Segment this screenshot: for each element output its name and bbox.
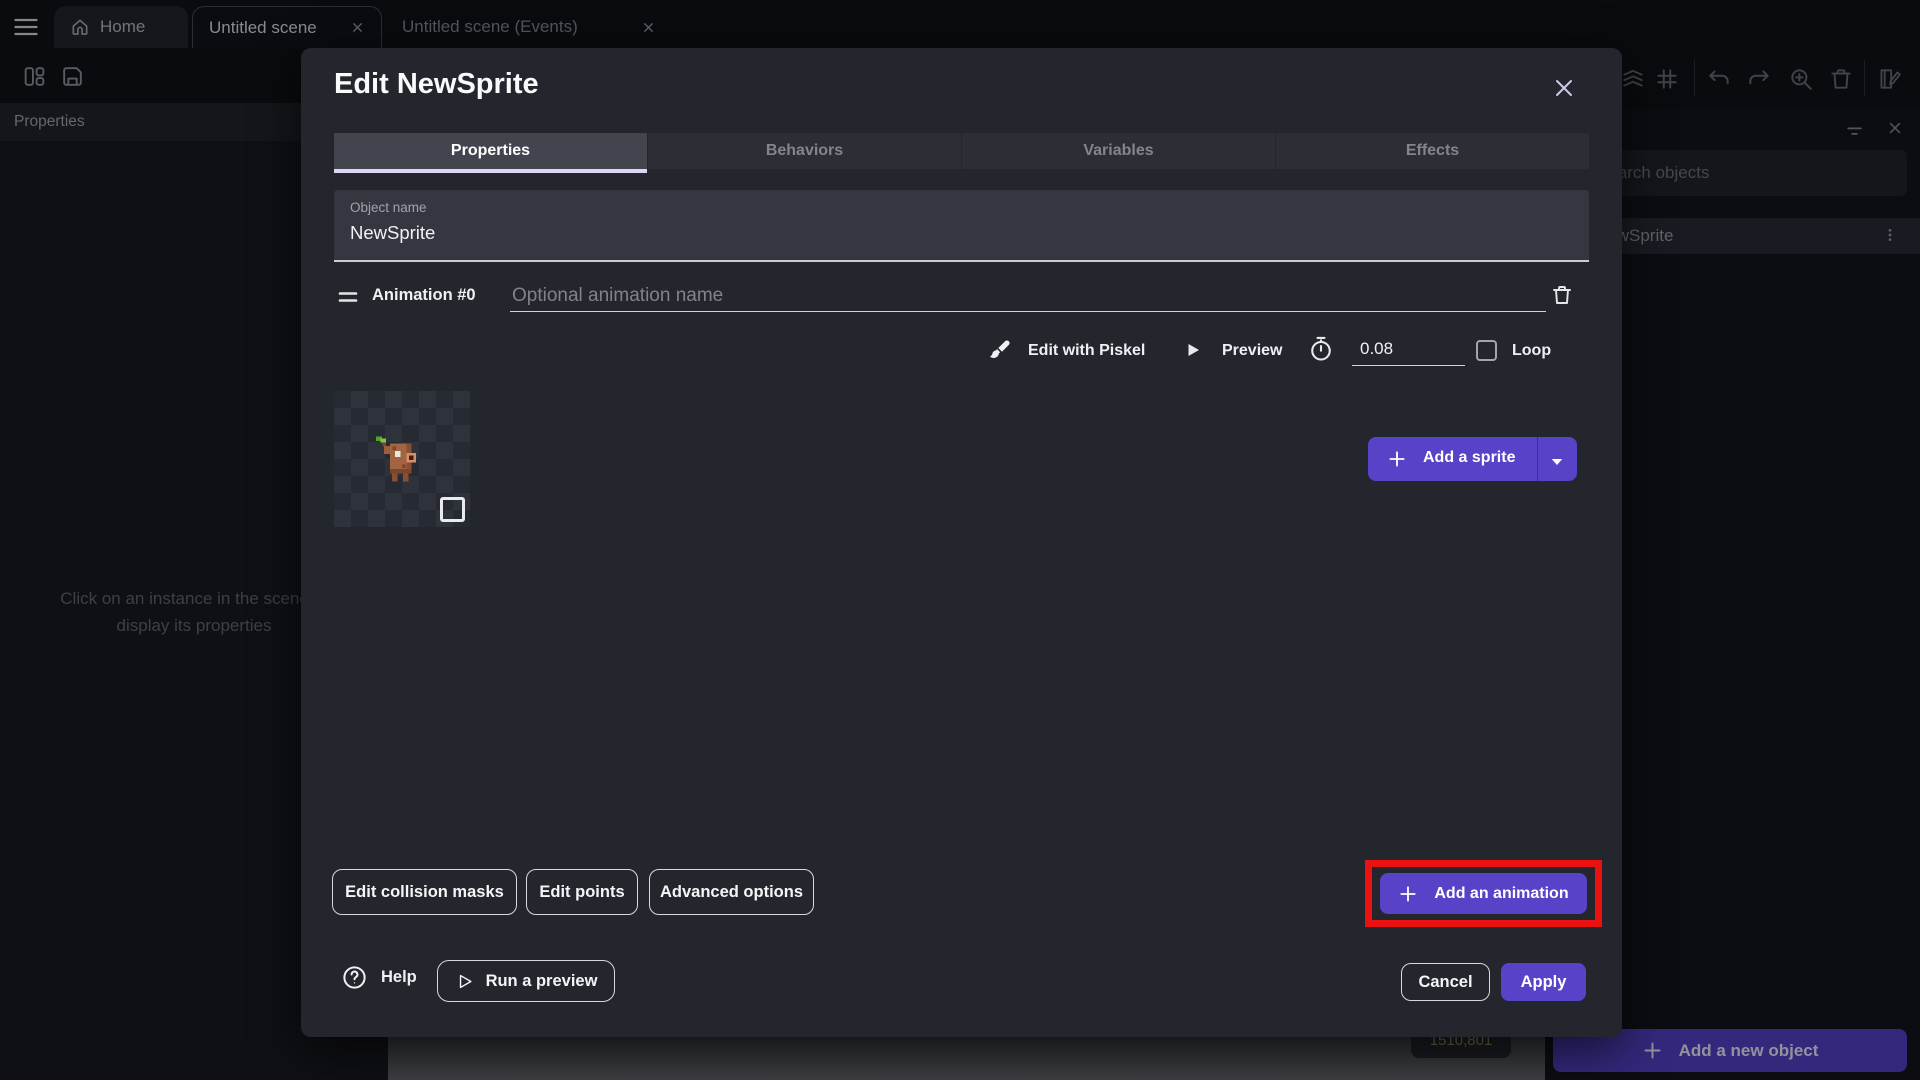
tab-behaviors[interactable]: Behaviors <box>648 133 962 169</box>
tab-effects[interactable]: Effects <box>1276 133 1589 169</box>
add-an-animation-button[interactable]: Add an animation <box>1380 873 1587 914</box>
apply-button[interactable]: Apply <box>1501 963 1586 1001</box>
object-name-label: Object name <box>350 200 427 215</box>
run-a-preview-button[interactable]: Run a preview <box>437 960 615 1002</box>
add-sprite-button[interactable]: Add a sprite <box>1368 437 1577 481</box>
play-outline-icon <box>455 972 474 991</box>
close-dialog-icon[interactable] <box>1552 76 1576 100</box>
sprite-frame-thumbnail[interactable] <box>334 391 470 527</box>
object-name-field[interactable]: Object name NewSprite <box>334 190 1589 262</box>
stopwatch-icon <box>1307 335 1335 363</box>
plus-icon <box>1387 449 1407 469</box>
edit-collision-masks-button[interactable]: Edit collision masks <box>332 869 517 915</box>
loop-checkbox[interactable] <box>1476 340 1497 361</box>
help-button[interactable]: Help <box>341 964 417 991</box>
add-sprite-label: Add a sprite <box>1423 449 1516 466</box>
edit-with-piskel-button[interactable]: Edit with Piskel <box>1028 342 1145 360</box>
dialog-tab-bar: Properties Behaviors Variables Effects <box>334 133 1589 173</box>
animation-name-input[interactable] <box>510 280 1546 312</box>
frame-duration-input[interactable] <box>1352 336 1465 366</box>
cancel-button[interactable]: Cancel <box>1401 963 1490 1001</box>
tab-properties[interactable]: Properties <box>334 133 648 173</box>
edit-sprite-dialog: Edit NewSprite Properties Behaviors Vari… <box>301 48 1622 1037</box>
loop-label: Loop <box>1512 342 1552 359</box>
help-label: Help <box>381 968 417 986</box>
drag-handle-icon[interactable] <box>338 291 358 303</box>
pig-sprite-image <box>368 435 426 486</box>
plus-icon <box>1398 884 1418 904</box>
dialog-title: Edit NewSprite <box>334 68 539 100</box>
animation-label: Animation #0 <box>372 286 476 304</box>
advanced-options-button[interactable]: Advanced options <box>649 869 814 915</box>
chevron-down-icon[interactable] <box>1548 453 1566 466</box>
tab-variables[interactable]: Variables <box>962 133 1276 169</box>
object-name-value: NewSprite <box>350 222 436 243</box>
add-an-animation-label: Add an animation <box>1434 884 1569 902</box>
frame-select-checkbox[interactable] <box>440 497 465 522</box>
preview-button[interactable]: Preview <box>1222 342 1282 360</box>
brush-icon <box>988 338 1012 362</box>
edit-points-button[interactable]: Edit points <box>526 869 638 915</box>
app-window: Home Untitled scene Untitled scene (Even… <box>0 0 1920 1080</box>
play-icon <box>1184 341 1202 359</box>
delete-animation-icon[interactable] <box>1550 283 1574 307</box>
question-circle-icon <box>341 964 368 991</box>
button-divider <box>1537 437 1538 481</box>
